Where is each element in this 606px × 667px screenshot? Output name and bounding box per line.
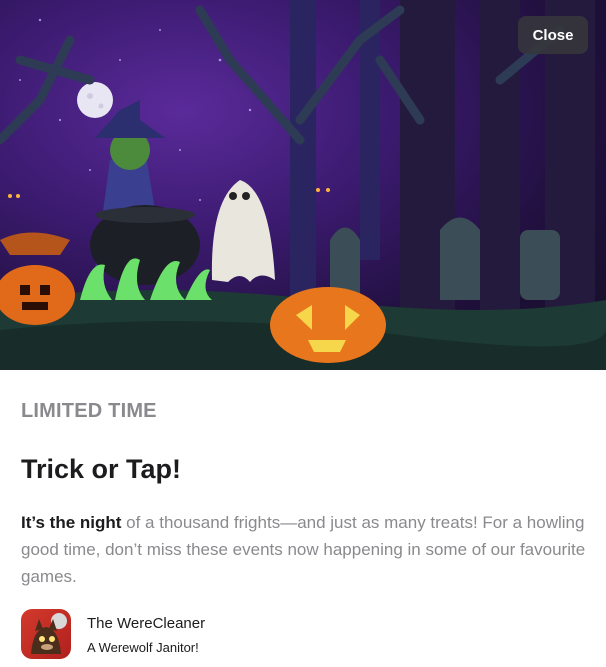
- close-button[interactable]: Close: [518, 16, 588, 54]
- story-body-lead: It’s the night: [21, 513, 122, 532]
- story-title: Trick or Tap!: [21, 454, 182, 484]
- app-list-item[interactable]: The WereCleaner A Werewolf Janitor!: [21, 609, 205, 659]
- hero-image: Close: [0, 0, 606, 370]
- story-body: It’s the night of a thousand frights—and…: [21, 509, 586, 590]
- halloween-scene-illustration: [0, 0, 606, 370]
- app-icon[interactable]: [21, 609, 71, 659]
- app-name[interactable]: The WereCleaner: [87, 615, 205, 632]
- app-subtitle: A Werewolf Janitor!: [87, 640, 199, 655]
- werewolf-icon: [31, 613, 67, 654]
- app-meta: The WereCleaner A Werewolf Janitor!: [87, 613, 205, 655]
- eyebrow-label: LIMITED TIME: [21, 400, 157, 422]
